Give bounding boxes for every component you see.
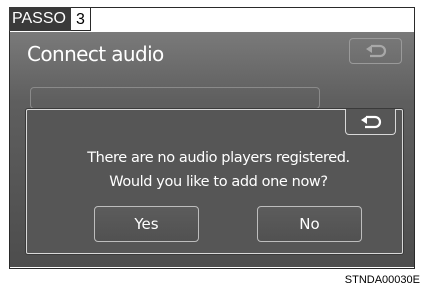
dialog-back-button[interactable] bbox=[345, 109, 396, 135]
step-word: PASSO bbox=[9, 7, 71, 31]
return-arrow-icon bbox=[360, 115, 381, 128]
return-arrow-icon bbox=[365, 44, 386, 58]
screen-title: Connect audio bbox=[27, 42, 164, 66]
figure-code: STNDA00030E bbox=[344, 274, 420, 286]
display-screen: Connect audio There are no audio players… bbox=[10, 32, 414, 267]
background-list-field bbox=[30, 87, 320, 109]
screen-back-button[interactable] bbox=[349, 38, 402, 64]
dialog-message: There are no audio players registered. W… bbox=[27, 146, 402, 194]
no-button[interactable]: No bbox=[257, 206, 362, 242]
dialog-message-line-1: There are no audio players registered. bbox=[87, 150, 350, 166]
step-tag: PASSO 3 bbox=[9, 7, 91, 31]
dialog-message-line-2: Would you like to add one now? bbox=[109, 174, 328, 190]
confirmation-dialog: There are no audio players registered. W… bbox=[26, 109, 403, 254]
step-number: 3 bbox=[70, 7, 91, 31]
yes-button[interactable]: Yes bbox=[94, 206, 199, 242]
